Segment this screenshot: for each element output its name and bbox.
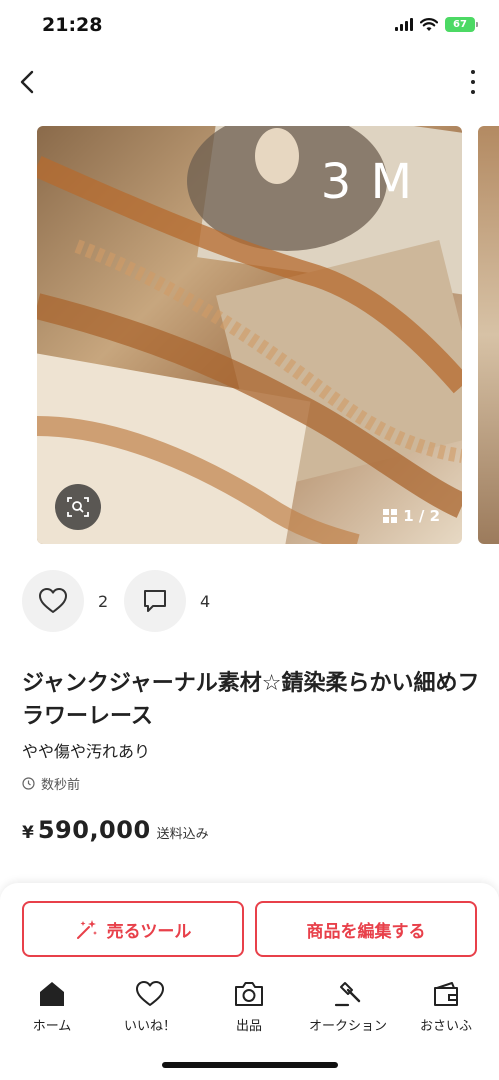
battery-level: 67 [453, 19, 467, 30]
item-condition: やや傷や汚れあり [22, 742, 151, 761]
tab-home-label: ホーム [32, 1019, 72, 1034]
sell-tools-button[interactable]: 売るツール [22, 901, 244, 957]
comment-button[interactable] [124, 570, 186, 632]
posted-time-text: 数秒前 [41, 778, 81, 793]
more-dot-icon [471, 80, 475, 84]
product-photo[interactable]: 3 M 1 / 2 [37, 126, 462, 544]
status-time: 21:28 [42, 14, 103, 36]
more-dot-icon [471, 70, 475, 74]
next-photo-preview[interactable] [478, 126, 499, 544]
shipping-label: 送料込み [156, 827, 209, 842]
edit-item-button[interactable]: 商品を編集する [255, 901, 477, 957]
photo-page-indicator: 1 / 2 [375, 504, 448, 528]
heart-icon [39, 588, 67, 613]
bottom-sheet: 売るツール 商品を編集する ホーム いいね！ 出品 オークション おさいふ [0, 883, 499, 1080]
comment-count: 4 [200, 591, 211, 611]
price-row: ¥ 590,000 送料込み [22, 816, 209, 844]
image-search-icon [67, 497, 89, 517]
price-currency: ¥ [22, 823, 34, 843]
price-value: 590,000 [37, 816, 151, 844]
tab-home[interactable]: ホーム [4, 979, 100, 1034]
tab-sell[interactable]: 出品 [201, 979, 297, 1034]
back-button[interactable] [14, 66, 42, 98]
like-button[interactable] [22, 570, 84, 632]
tab-sell-label: 出品 [235, 1019, 262, 1034]
home-icon [40, 982, 64, 1006]
tab-wallet-label: おさいふ [419, 1019, 472, 1034]
tab-wallet[interactable]: おさいふ [398, 979, 494, 1034]
tab-bar: ホーム いいね！ 出品 オークション おさいふ [0, 979, 499, 1039]
posted-time: 数秒前 [22, 774, 80, 793]
more-options-button[interactable] [469, 70, 477, 94]
like-count: 2 [98, 591, 109, 611]
status-bar: 21:28 67 [0, 0, 499, 52]
edit-item-label: 商品を編集する [306, 921, 426, 942]
more-dot-icon [471, 90, 475, 94]
like-action: 2 [22, 570, 108, 632]
tab-likes-label: いいね！ [123, 1019, 176, 1034]
heart-icon [136, 981, 164, 1006]
sparkle-wand-icon [76, 920, 97, 939]
image-search-button[interactable] [55, 484, 101, 530]
cellular-signal-icon [395, 18, 413, 31]
tab-auction[interactable]: オークション [300, 979, 396, 1034]
chevron-left-icon [20, 70, 34, 94]
item-title: ジャンクジャーナル素材☆錆染柔らかい細めフラワーレース [22, 671, 480, 729]
grid-icon [383, 509, 398, 523]
camera-icon [235, 982, 263, 1006]
tab-auction-label: オークション [308, 1019, 387, 1034]
comment-icon [144, 590, 166, 612]
comment-action: 4 [124, 570, 210, 632]
wallet-icon [434, 982, 458, 1006]
sell-tools-label: 売るツール [106, 921, 192, 942]
photo-page-text: 1 / 2 [403, 507, 440, 525]
status-icons: 67 [395, 17, 478, 32]
clock-icon [22, 777, 35, 790]
battery-icon: 67 [445, 17, 478, 32]
home-indicator[interactable] [162, 1062, 338, 1068]
tab-likes[interactable]: いいね！ [102, 979, 198, 1034]
gavel-icon [334, 982, 361, 1007]
wifi-icon [420, 17, 438, 31]
photo-overlay-text: 3 M [320, 154, 414, 210]
